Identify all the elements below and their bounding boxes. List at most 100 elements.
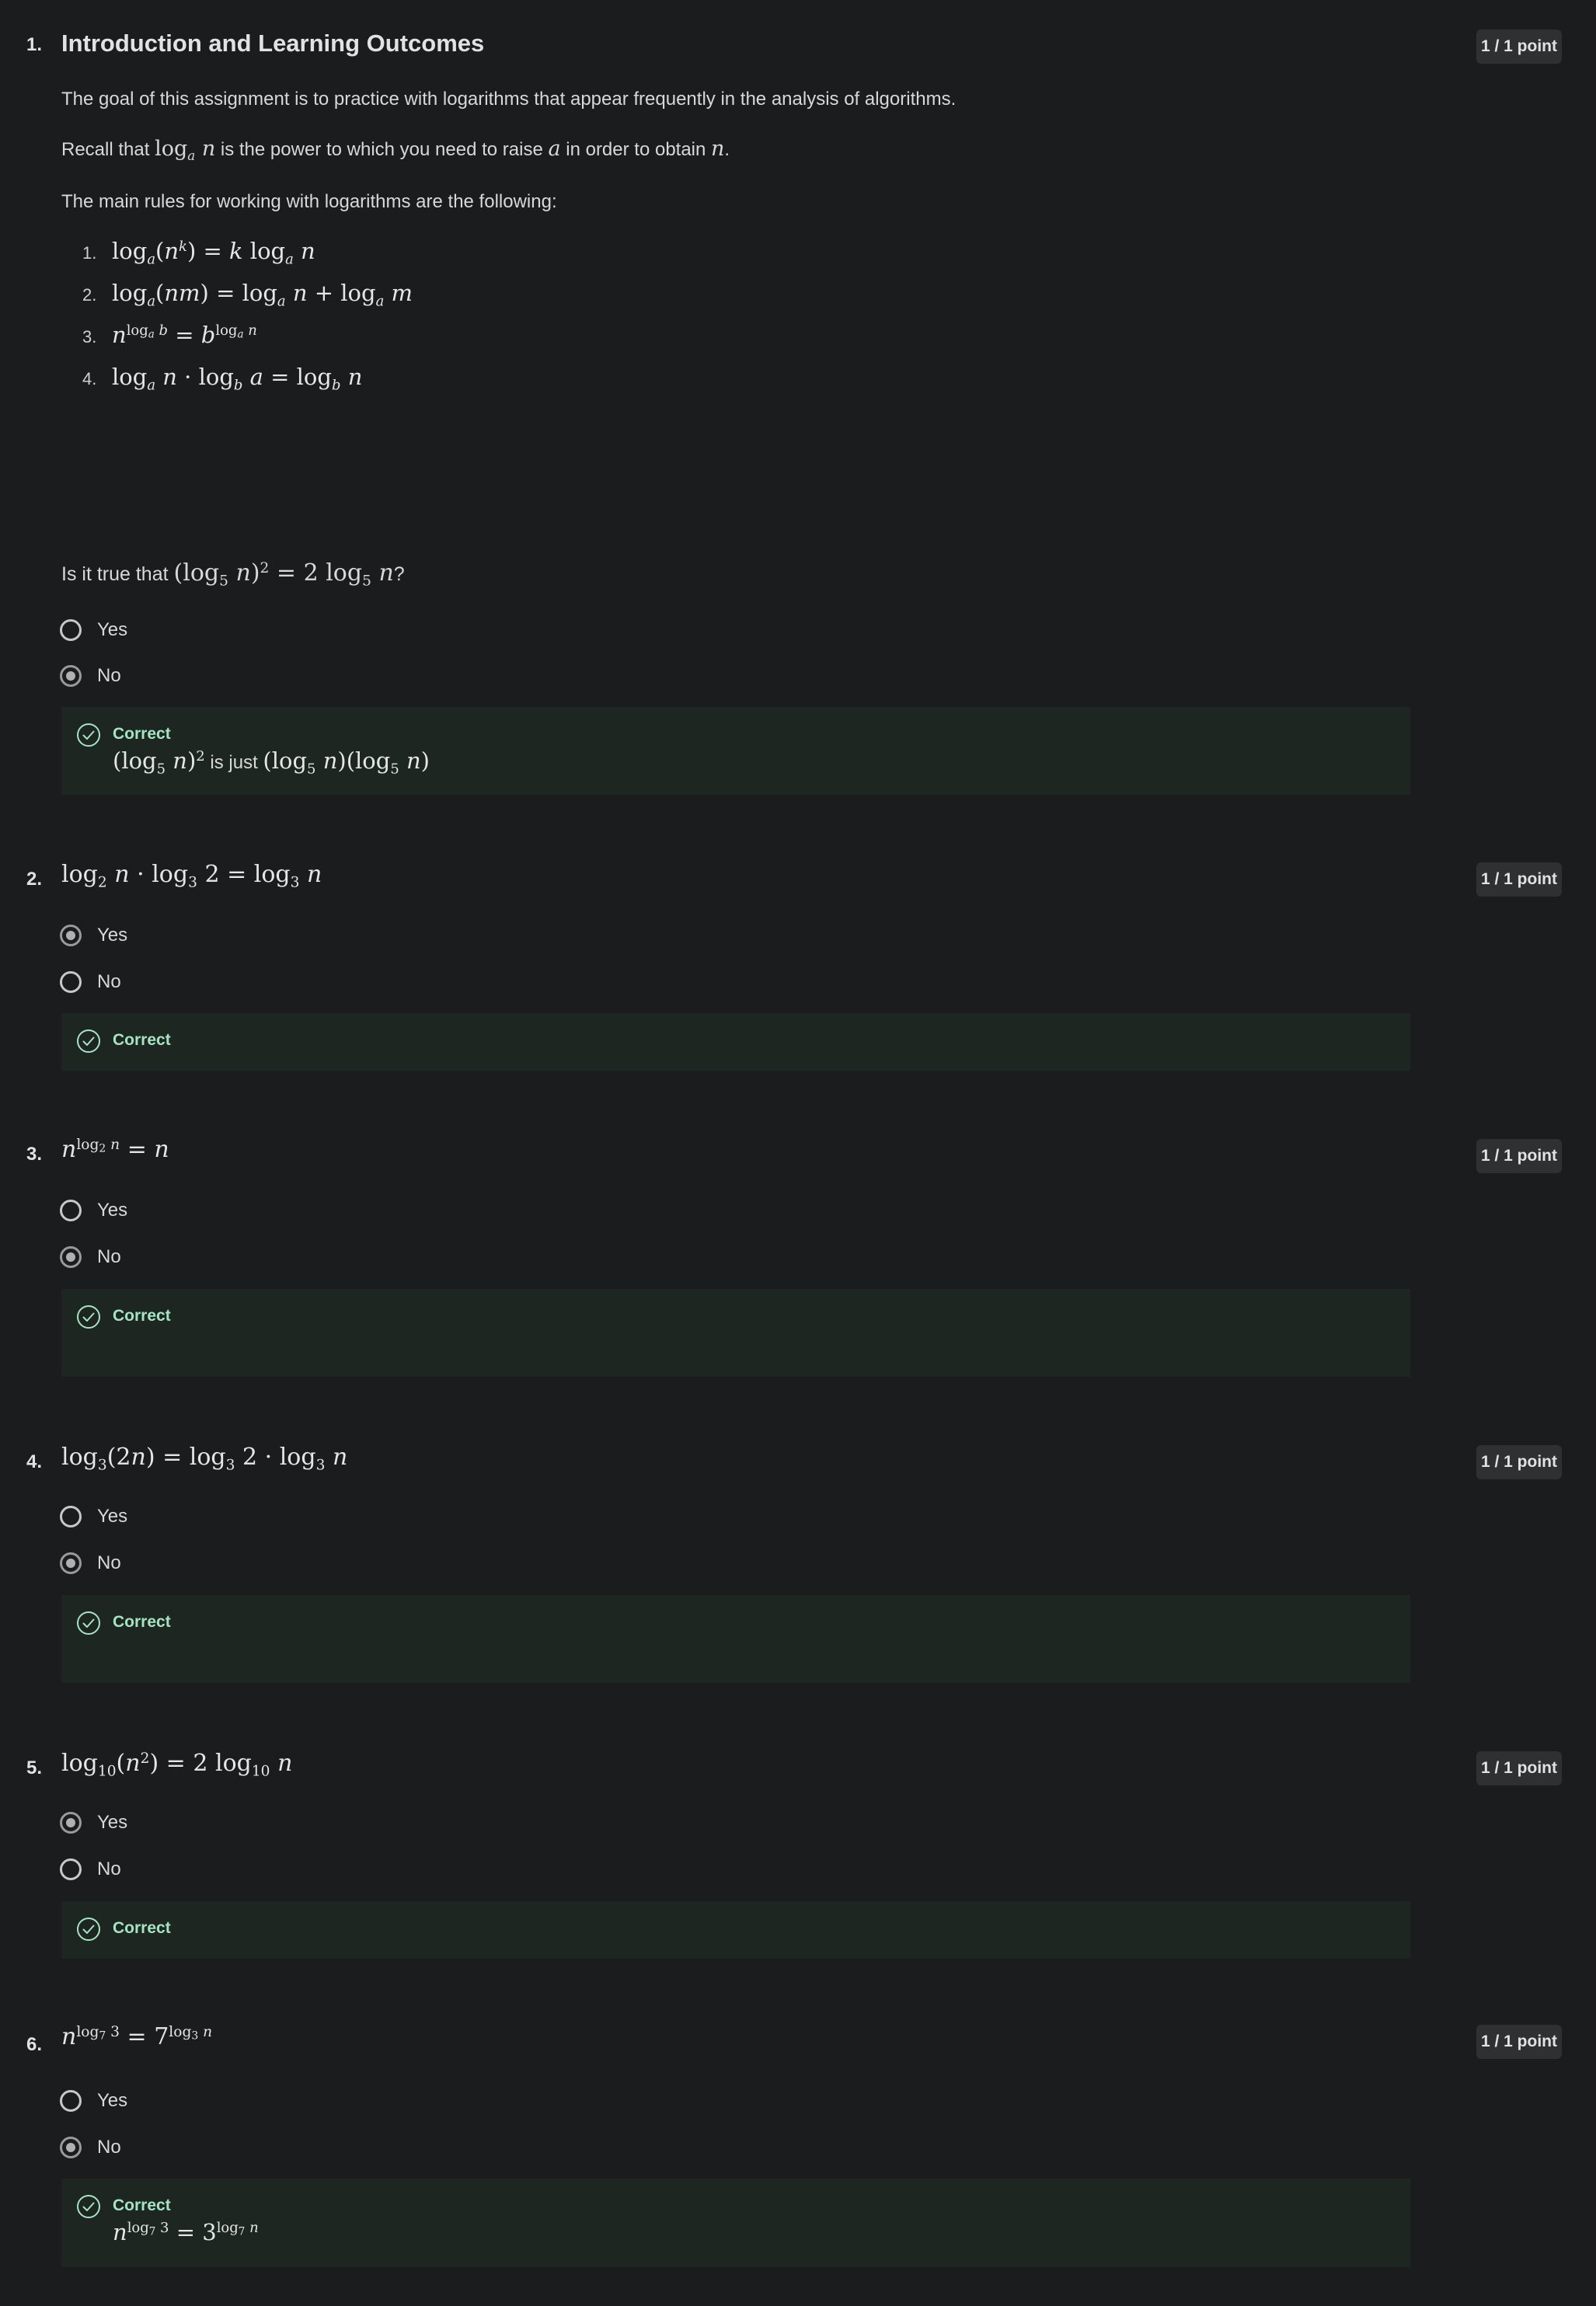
option-label: No bbox=[97, 1552, 121, 1573]
check-circle-icon bbox=[77, 2195, 100, 2218]
option-label: Yes bbox=[97, 1200, 128, 1221]
question-math: nlog7 3 = 7log3 n bbox=[61, 2023, 213, 2050]
question-number: 4. bbox=[26, 1451, 43, 1472]
explanation-math: nlog7 3 = 3log7 n bbox=[113, 2219, 259, 2245]
option-no[interactable]: No bbox=[60, 968, 121, 996]
rule-number: 3. bbox=[82, 327, 97, 347]
feedback-correct: Correct (log5 n)2 is just (log5 n)(log5 … bbox=[61, 707, 1410, 795]
points-badge: 1 / 1 point bbox=[1476, 1445, 1562, 1479]
option-label: No bbox=[97, 2137, 121, 2158]
option-label: Yes bbox=[97, 2090, 128, 2111]
radio-button[interactable] bbox=[60, 971, 82, 993]
recall-end: . bbox=[724, 139, 730, 160]
points-badge: 1 / 1 point bbox=[1476, 862, 1562, 897]
points-badge: 1 / 1 point bbox=[1476, 1139, 1562, 1173]
option-yes[interactable]: Yes bbox=[60, 616, 127, 644]
radio-button[interactable] bbox=[60, 1506, 82, 1527]
feedback-explanation: nlog7 3 = 3log7 n bbox=[113, 2219, 259, 2245]
option-no[interactable]: No bbox=[60, 2134, 121, 2161]
question-number: 3. bbox=[26, 1144, 43, 1165]
prompt-prefix: Is it true that bbox=[61, 563, 174, 585]
rule-number: 4. bbox=[82, 369, 97, 388]
rule-number: 2. bbox=[82, 285, 97, 305]
rule-3: 3. nloga b = bloga n bbox=[82, 322, 257, 348]
rule-formula: loga(nm) = loga n + loga m bbox=[112, 280, 413, 310]
rule-2: 2. loga(nm) = loga n + loga m bbox=[82, 280, 413, 310]
explanation-mid: is just bbox=[204, 752, 263, 773]
option-yes[interactable]: Yes bbox=[60, 1809, 127, 1837]
option-label: Yes bbox=[97, 1506, 128, 1527]
check-circle-icon bbox=[77, 1305, 100, 1329]
question-number: 1. bbox=[26, 34, 43, 55]
radio-button-selected[interactable] bbox=[60, 925, 82, 946]
rule-1: 1. loga(nk) = k loga n bbox=[82, 238, 315, 268]
rule-number: 1. bbox=[82, 243, 97, 263]
recall-mid2: in order to obtain bbox=[560, 139, 712, 160]
recall-mid: is the power to which you need to raise bbox=[215, 139, 549, 160]
points-badge: 1 / 1 point bbox=[1476, 1751, 1562, 1785]
feedback-label: Correct bbox=[113, 1613, 171, 1631]
feedback-correct: Correct bbox=[61, 1289, 1410, 1377]
recall-text: Recall that loga n is the power to which… bbox=[61, 137, 730, 163]
prompt-math: (log5 n)2 = 2 log5 n bbox=[173, 559, 394, 590]
recall-prefix: Recall that bbox=[61, 139, 155, 160]
option-yes[interactable]: Yes bbox=[60, 1503, 127, 1531]
feedback-label: Correct bbox=[113, 725, 171, 743]
radio-button-selected[interactable] bbox=[60, 1552, 82, 1574]
feedback-correct: Correct nlog7 3 = 3log7 n bbox=[61, 2179, 1410, 2267]
feedback-label: Correct bbox=[113, 2196, 171, 2214]
feedback-correct: Correct bbox=[61, 1013, 1410, 1071]
option-label: No bbox=[97, 665, 121, 686]
question-math: log3(2n) = log3 2 · log3 n bbox=[61, 1444, 348, 1474]
rules-intro: The main rules for working with logarith… bbox=[61, 191, 557, 212]
math-a: a bbox=[548, 137, 561, 161]
rule-formula: nloga b = bloga n bbox=[112, 322, 257, 348]
option-label: No bbox=[97, 1246, 121, 1267]
option-no[interactable]: No bbox=[60, 1855, 121, 1883]
check-circle-icon bbox=[77, 723, 100, 747]
radio-button-selected[interactable] bbox=[60, 2137, 82, 2158]
feedback-label: Correct bbox=[113, 1919, 171, 1937]
check-circle-icon bbox=[77, 1611, 100, 1635]
radio-button-selected[interactable] bbox=[60, 665, 82, 687]
rule-formula: loga n · logb a = logb n bbox=[112, 364, 363, 394]
feedback-explanation: (log5 n)2 is just (log5 n)(log5 n) bbox=[113, 747, 430, 778]
option-yes[interactable]: Yes bbox=[60, 921, 127, 949]
radio-button[interactable] bbox=[60, 2090, 82, 2112]
option-no[interactable]: No bbox=[60, 1243, 121, 1271]
question-prompt: Is it true that (log5 n)2 = 2 log5 n? bbox=[61, 559, 405, 590]
question-number: 2. bbox=[26, 869, 43, 890]
radio-button-selected[interactable] bbox=[60, 1812, 82, 1834]
goal-text: The goal of this assignment is to practi… bbox=[61, 89, 957, 110]
option-label: No bbox=[97, 971, 121, 992]
radio-button[interactable] bbox=[60, 619, 82, 641]
option-label: Yes bbox=[97, 1812, 128, 1833]
explanation-math: (log5 n)(log5 n) bbox=[263, 747, 430, 778]
radio-button[interactable] bbox=[60, 1200, 82, 1221]
rule-formula: loga(nk) = k loga n bbox=[112, 238, 315, 268]
option-no[interactable]: No bbox=[60, 662, 121, 690]
explanation-math: (log5 n)2 bbox=[113, 747, 205, 778]
question-math: log10(n2) = 2 log10 n bbox=[61, 1750, 293, 1780]
question-number: 5. bbox=[26, 1757, 43, 1778]
question-math: log2 n · log3 2 = log3 n bbox=[61, 861, 322, 891]
prompt-suffix: ? bbox=[393, 563, 405, 585]
rule-4: 4. loga n · logb a = logb n bbox=[82, 364, 363, 394]
points-badge: 1 / 1 point bbox=[1476, 2025, 1562, 2059]
math-log-a-n: loga n bbox=[155, 137, 216, 163]
radio-button[interactable] bbox=[60, 1858, 82, 1880]
points-badge: 1 / 1 point bbox=[1476, 30, 1562, 64]
option-no[interactable]: No bbox=[60, 1549, 121, 1577]
feedback-label: Correct bbox=[113, 1031, 171, 1049]
question-number: 6. bbox=[26, 2034, 43, 2055]
question-title: Introduction and Learning Outcomes bbox=[61, 30, 485, 57]
radio-button-selected[interactable] bbox=[60, 1246, 82, 1268]
option-yes[interactable]: Yes bbox=[60, 2087, 127, 2115]
option-label: Yes bbox=[97, 619, 128, 640]
feedback-correct: Correct bbox=[61, 1901, 1410, 1959]
option-label: No bbox=[97, 1858, 121, 1879]
math-n: n bbox=[711, 137, 725, 161]
option-label: Yes bbox=[97, 925, 128, 946]
check-circle-icon bbox=[77, 1918, 100, 1941]
option-yes[interactable]: Yes bbox=[60, 1197, 127, 1224]
